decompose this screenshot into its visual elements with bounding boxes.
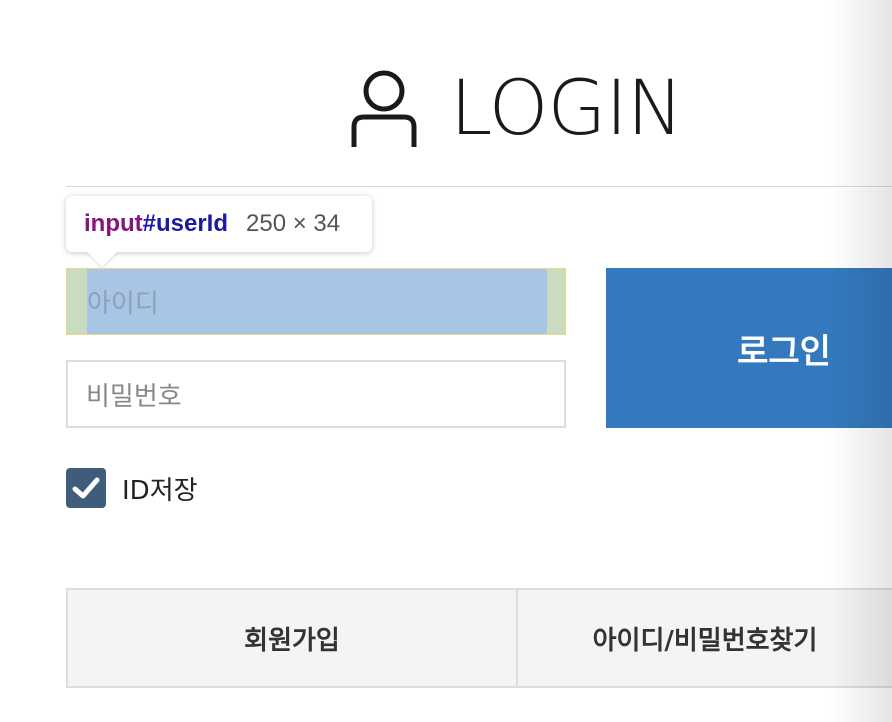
save-id-checkbox[interactable] (66, 468, 106, 508)
tooltip-arrow (86, 251, 118, 267)
password-placeholder: 비밀번호 (86, 381, 182, 412)
login-title: LOGIN (350, 62, 684, 152)
tooltip-tag: input (84, 210, 143, 237)
user-icon (350, 67, 418, 147)
tooltip-id: #userId (142, 210, 229, 237)
devtools-tooltip: input #userId 250 × 34 (66, 196, 372, 252)
check-icon (72, 477, 100, 499)
find-account-label: 아이디/비밀번호찾기 (592, 625, 818, 656)
join-button[interactable]: 회원가입 (68, 590, 518, 686)
user-id-input-content[interactable]: 아이디 (87, 269, 547, 334)
user-id-placeholder: 아이디 (87, 289, 159, 319)
save-id-label: ID저장 (122, 475, 198, 506)
find-account-button[interactable]: 아이디/비밀번호찾기 (518, 590, 892, 686)
login-button[interactable]: 로그인 (606, 268, 892, 428)
password-input[interactable]: 비밀번호 (66, 360, 566, 428)
login-button-label: 로그인 (737, 331, 831, 372)
account-links: 회원가입 아이디/비밀번호찾기 (66, 588, 892, 688)
join-label: 회원가입 (244, 625, 340, 656)
divider (66, 186, 892, 187)
user-id-input[interactable]: 아이디 (66, 268, 566, 335)
save-id-row[interactable]: ID저장 (66, 468, 198, 508)
page-title: LOGIN (450, 62, 684, 152)
tooltip-size: 250 × 34 (246, 210, 341, 237)
